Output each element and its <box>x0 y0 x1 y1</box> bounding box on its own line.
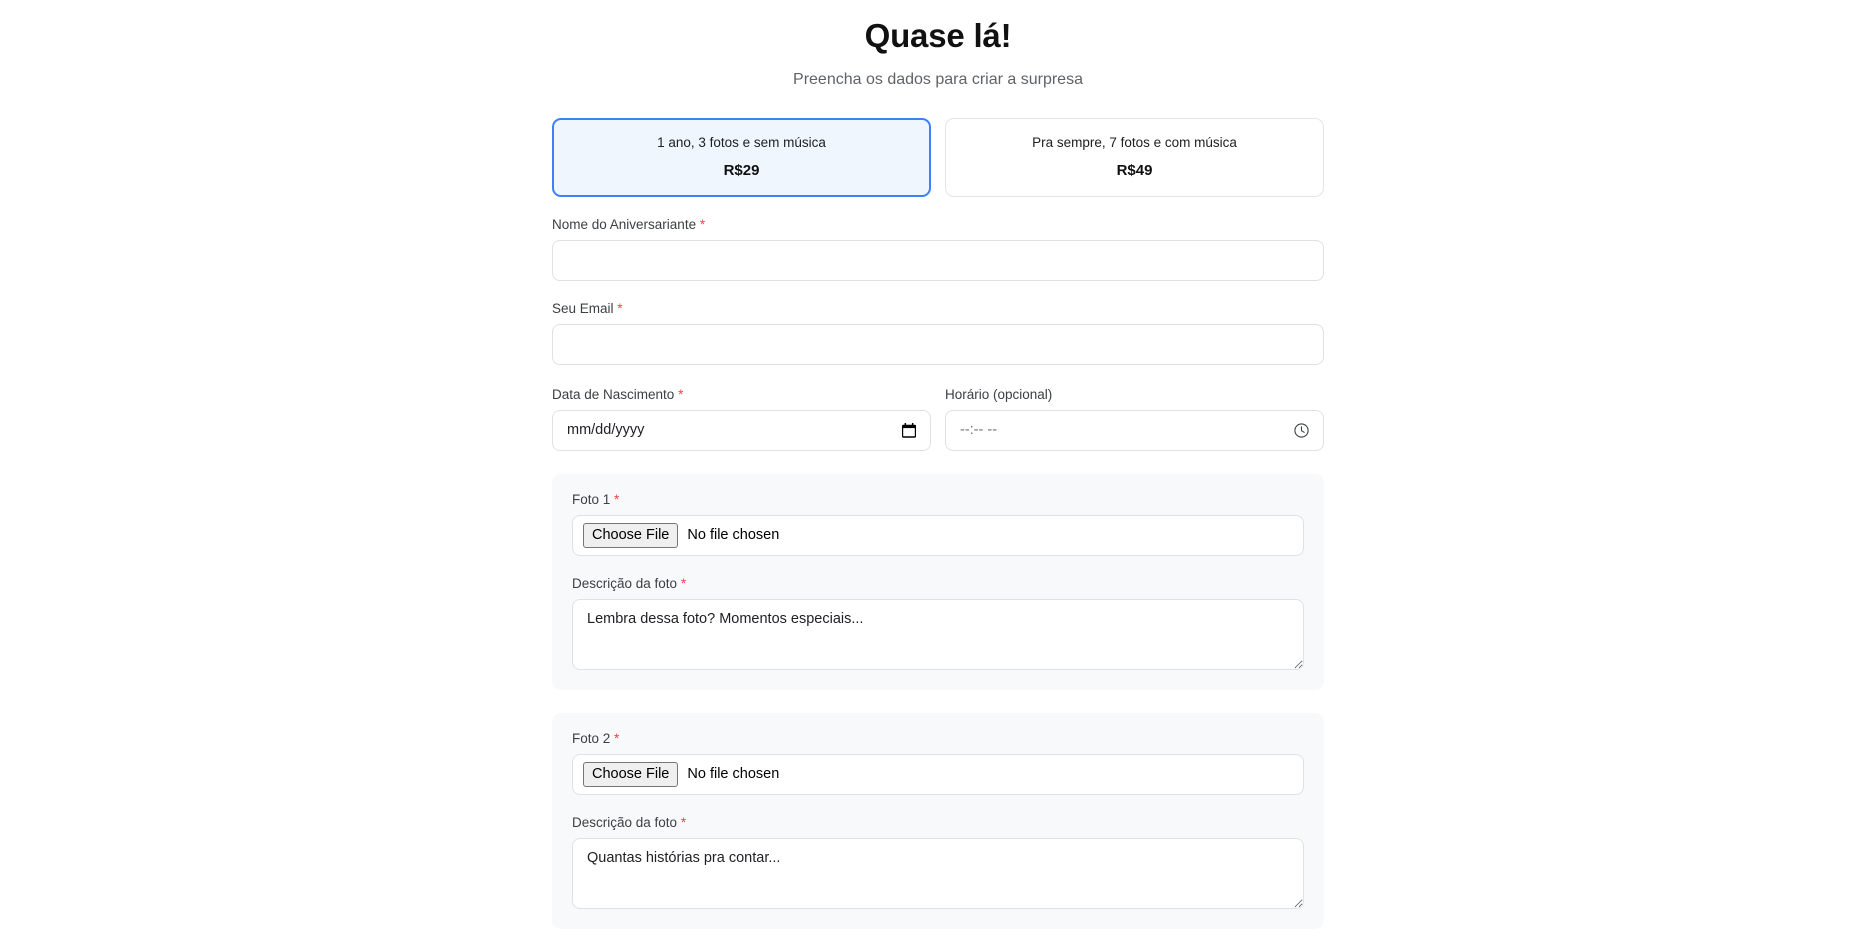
email-input[interactable] <box>552 323 1324 365</box>
name-label: Nome do Aniversariante * <box>552 217 1324 232</box>
photo-2-description-textarea[interactable] <box>572 837 1304 909</box>
photo-1-label: Foto 1 * <box>572 492 1304 507</box>
plan-1-price: R$29 <box>723 161 760 179</box>
birth-date-input[interactable]: mm/dd/yyyy <box>552 409 931 451</box>
email-label: Seu Email * <box>552 301 1324 316</box>
photo-2-file-status: No file chosen <box>687 766 780 783</box>
photo-card-1: Foto 1 * Choose File No file chosen Desc… <box>552 473 1324 690</box>
time-label: Horário (opcional) <box>945 386 1053 402</box>
plan-2-price: R$49 <box>1116 161 1153 179</box>
time-input[interactable]: --:-- -- <box>945 409 1324 451</box>
photo-1-label-text: Foto 1 <box>572 491 611 507</box>
photo-1-desc-label-text: Descrição da foto <box>572 575 678 591</box>
page-root: Quase lá! Preencha os dados para criar a… <box>0 0 1876 929</box>
field-email: Seu Email * <box>552 301 1324 365</box>
photo-2-description-field: Descrição da foto * <box>572 815 1304 909</box>
photo-1-choose-file-button[interactable]: Choose File <box>583 522 679 548</box>
photo-1-description-field: Descrição da foto * <box>572 576 1304 670</box>
required-asterisk: * <box>699 216 706 232</box>
name-input[interactable] <box>552 239 1324 281</box>
plan-option-1[interactable]: 1 ano, 3 fotos e sem música R$29 <box>552 117 931 197</box>
photo-2-desc-label: Descrição da foto * <box>572 815 1304 830</box>
photo-1-description-textarea[interactable] <box>572 598 1304 670</box>
page-subtitle: Preencha os dados para criar a surpresa <box>793 70 1083 88</box>
page-title: Quase lá! <box>864 17 1012 54</box>
plan-selector: 1 ano, 3 fotos e sem música R$29 Pra sem… <box>552 117 1324 197</box>
photo-1-desc-label: Descrição da foto * <box>572 576 1304 591</box>
date-column: Data de Nascimento * mm/dd/yyyy <box>552 387 931 451</box>
field-time: Horário (opcional) --:-- -- <box>945 387 1324 451</box>
required-asterisk: * <box>617 300 623 316</box>
plan-1-name: 1 ano, 3 fotos e sem música <box>657 134 826 150</box>
clock-icon[interactable] <box>1294 423 1309 438</box>
photo-1-file-input[interactable]: Choose File No file chosen <box>572 514 1304 556</box>
photo-2-choose-file-button[interactable]: Choose File <box>583 761 679 787</box>
birth-date-label-text: Data de Nascimento <box>552 386 675 402</box>
birth-date-label: Data de Nascimento * <box>552 387 931 402</box>
required-asterisk: * <box>680 575 687 591</box>
required-asterisk: * <box>614 491 620 507</box>
plan-option-2[interactable]: Pra sempre, 7 fotos e com música R$49 <box>945 117 1324 197</box>
time-placeholder: --:-- -- <box>960 422 998 439</box>
photo-2-label: Foto 2 * <box>572 731 1304 746</box>
email-label-text: Seu Email <box>552 300 614 316</box>
required-asterisk: * <box>614 730 620 746</box>
field-birth-date: Data de Nascimento * mm/dd/yyyy <box>552 387 931 451</box>
plan-2-name: Pra sempre, 7 fotos e com música <box>1032 134 1237 150</box>
calendar-icon[interactable] <box>902 422 916 438</box>
field-name: Nome do Aniversariante * <box>552 217 1324 281</box>
name-label-text: Nome do Aniversariante <box>552 216 697 232</box>
photo-2-label-text: Foto 2 <box>572 730 611 746</box>
photo-1-file-status: No file chosen <box>687 527 780 544</box>
required-asterisk: * <box>678 386 684 402</box>
form-container: Quase lá! Preencha os dados para criar a… <box>552 0 1324 929</box>
date-time-row: Data de Nascimento * mm/dd/yyyy Horário … <box>552 387 1324 451</box>
required-asterisk: * <box>680 814 687 830</box>
photo-card-2: Foto 2 * Choose File No file chosen Desc… <box>552 712 1324 929</box>
birth-date-placeholder: mm/dd/yyyy <box>567 422 645 439</box>
photo-2-file-input[interactable]: Choose File No file chosen <box>572 753 1304 795</box>
time-column: Horário (opcional) --:-- -- <box>945 387 1324 451</box>
photo-2-desc-label-text: Descrição da foto <box>572 814 678 830</box>
